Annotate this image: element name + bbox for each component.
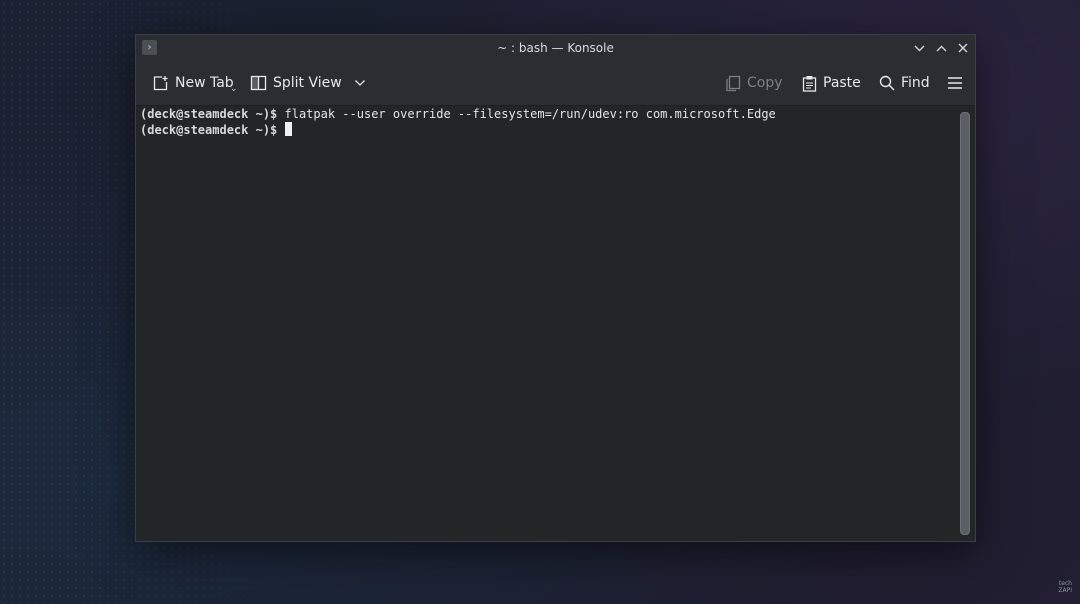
shell-prompt: (deck@steamdeck ~)$ xyxy=(140,123,278,137)
new-tab-button[interactable]: New Tab ⌄ xyxy=(152,71,238,95)
window-title: ~ : bash — Konsole xyxy=(497,41,614,55)
terminal-scrollbar[interactable] xyxy=(955,106,975,541)
split-view-icon xyxy=(250,75,267,91)
copy-label: Copy xyxy=(747,75,783,91)
terminal-line: (deck@steamdeck ~)$ xyxy=(140,122,951,138)
close-button[interactable] xyxy=(954,38,972,58)
new-tab-icon xyxy=(153,75,168,90)
close-icon xyxy=(958,43,968,53)
chevron-up-icon xyxy=(936,45,946,51)
find-button[interactable]: Find xyxy=(879,71,930,95)
watermark-line: tech xyxy=(1058,580,1072,587)
paste-button[interactable]: Paste xyxy=(802,71,861,95)
konsole-window: › ~ : bash — Konsole New Tab ⌄ Split Vie… xyxy=(135,34,976,542)
paste-icon xyxy=(802,75,817,92)
chevron-down-icon[interactable] xyxy=(354,79,366,87)
search-icon xyxy=(879,75,895,91)
minimize-button[interactable] xyxy=(910,38,928,58)
watermark-line: ZAPI xyxy=(1058,587,1072,594)
watermark-logo: tech ZAPI xyxy=(1058,580,1072,594)
find-label: Find xyxy=(901,75,930,91)
menu-button[interactable] xyxy=(947,71,963,95)
shell-prompt: (deck@steamdeck ~)$ xyxy=(140,107,278,121)
new-tab-dropdown-icon[interactable]: ⌄ xyxy=(230,84,238,94)
title-bar[interactable]: › ~ : bash — Konsole xyxy=(136,35,975,61)
hamburger-menu-icon xyxy=(948,77,962,89)
new-tab-label: New Tab xyxy=(175,75,234,91)
text-cursor xyxy=(284,122,292,136)
terminal-line: (deck@steamdeck ~)$ flatpak --user overr… xyxy=(140,106,951,122)
split-view-button[interactable]: Split View xyxy=(250,71,366,95)
toolbar: New Tab ⌄ Split View Copy Paste Find xyxy=(136,61,975,106)
maximize-button[interactable] xyxy=(932,38,950,58)
chevron-down-icon xyxy=(914,45,924,51)
copy-button[interactable]: Copy xyxy=(725,71,783,95)
copy-icon xyxy=(726,75,741,91)
split-view-label: Split View xyxy=(273,75,342,91)
scrollbar-thumb[interactable] xyxy=(960,112,970,535)
shell-command: flatpak --user override --filesystem=/ru… xyxy=(277,107,776,121)
shell-command xyxy=(277,123,284,137)
paste-label: Paste xyxy=(823,75,861,91)
terminal-area[interactable]: (deck@steamdeck ~)$ flatpak --user overr… xyxy=(136,106,955,541)
